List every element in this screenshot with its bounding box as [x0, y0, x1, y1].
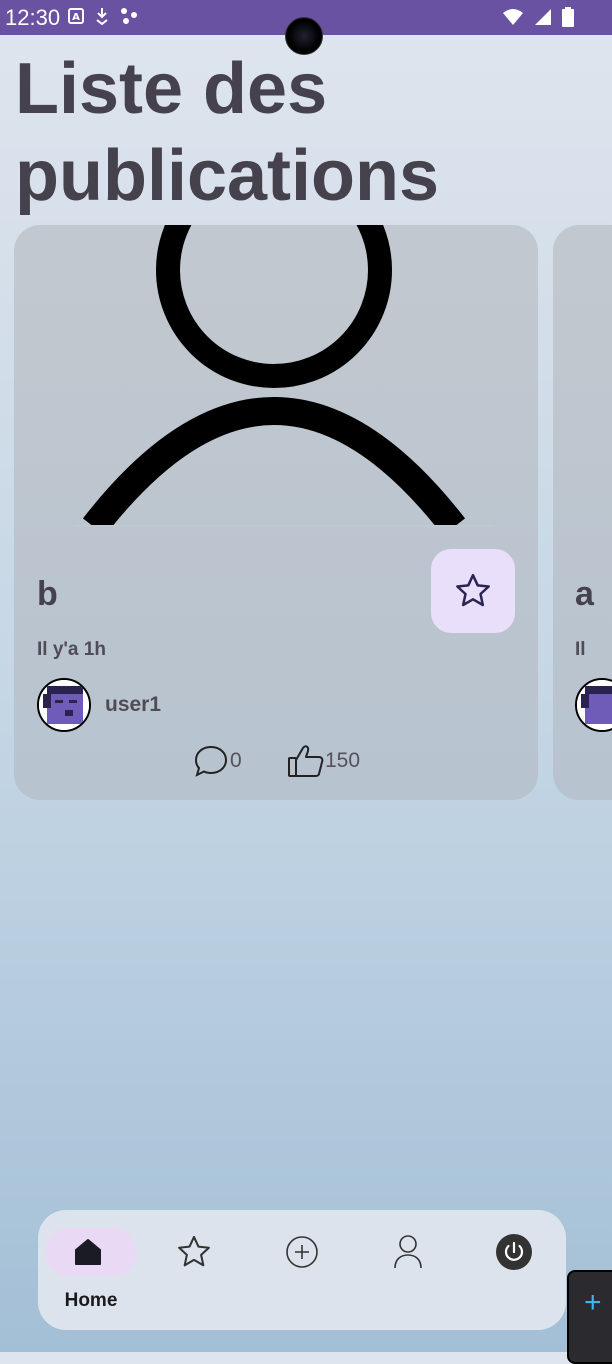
nav-item-logout[interactable] [464, 1210, 564, 1330]
pixel-avatar-icon [577, 680, 612, 730]
power-icon [496, 1234, 532, 1270]
battery-icon [562, 7, 574, 27]
likes-count: 150 [325, 749, 361, 772]
author-name[interactable]: user1 [105, 693, 161, 717]
add-fab[interactable]: + [567, 1270, 612, 1364]
dots-icon [121, 8, 137, 24]
comments-count: 0 [230, 749, 242, 772]
nav-item-home[interactable]: Home [38, 1210, 138, 1330]
svg-text:A: A [72, 12, 80, 23]
person-placeholder-icon [74, 225, 494, 527]
comment-icon [194, 745, 228, 777]
text-badge-icon: A [68, 8, 84, 24]
nav-item-add[interactable] [252, 1210, 352, 1330]
nav-item-favorites[interactable] [144, 1210, 244, 1330]
add-circle-icon [286, 1236, 318, 1268]
home-icon [75, 1239, 101, 1265]
pixel-avatar-icon [39, 680, 89, 730]
avatar[interactable] [575, 678, 612, 732]
signal-icon [535, 9, 551, 25]
avatar[interactable] [37, 678, 91, 732]
post-time: Il [575, 639, 586, 660]
post-card[interactable]: b Il y'a 1h user1 0 150 [14, 225, 538, 800]
status-icons-left: A [68, 7, 140, 25]
star-outline-icon [456, 573, 490, 607]
plus-icon: + [584, 1286, 602, 1319]
post-time: Il y'a 1h [37, 639, 106, 660]
post-card-next[interactable]: a Il [553, 225, 612, 800]
nav-item-profile[interactable] [358, 1210, 458, 1330]
post-title: b [37, 575, 58, 613]
post-title: a [575, 575, 594, 613]
likes-stat[interactable]: 150 [287, 744, 360, 778]
wifi-icon [503, 9, 523, 25]
star-icon [178, 1235, 210, 1267]
bottom-navigation: Home [38, 1210, 566, 1330]
profile-icon [394, 1235, 422, 1269]
thumbs-up-icon [288, 745, 324, 777]
nav-label-home: Home [64, 1290, 118, 1311]
comments-stat[interactable]: 0 [194, 744, 242, 778]
page-title: Liste des publications [15, 49, 440, 216]
status-icons-right [502, 7, 574, 27]
download-icon [96, 8, 108, 25]
favorite-button[interactable] [431, 549, 515, 633]
status-time: 12:30 [5, 5, 61, 30]
